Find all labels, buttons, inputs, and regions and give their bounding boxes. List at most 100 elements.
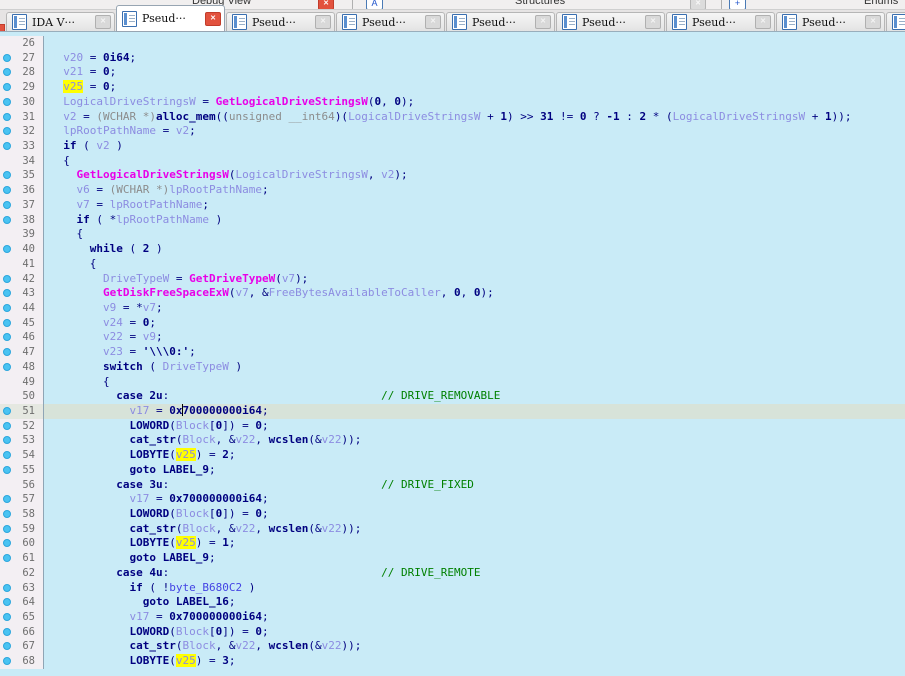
gutter[interactable]: 28 xyxy=(0,65,44,81)
code-line[interactable]: 26 xyxy=(0,36,905,51)
breakpoint-dot[interactable] xyxy=(3,465,11,474)
breakpoint-dot[interactable] xyxy=(3,657,11,666)
breakpoint-dot[interactable] xyxy=(3,451,11,460)
gutter[interactable]: 46 xyxy=(0,330,44,346)
gutter[interactable]: 38 xyxy=(0,212,44,228)
gutter[interactable]: 36 xyxy=(0,183,44,198)
gutter[interactable]: 53 xyxy=(0,433,44,449)
code-line[interactable]: 57 v17 = 0x700000000i64; xyxy=(0,492,905,507)
breakpoint-dot[interactable] xyxy=(3,524,11,533)
code-line[interactable]: 50 case 2u: // DRIVE_REMOVABLE xyxy=(0,389,905,404)
gutter[interactable]: 32 xyxy=(0,124,44,140)
gutter[interactable]: 34 xyxy=(0,153,44,169)
code-line[interactable]: 49 { xyxy=(0,374,905,390)
code-line[interactable]: 56 case 3u: // DRIVE_FIXED xyxy=(0,477,905,493)
tab-close-icon[interactable]: ✕ xyxy=(425,15,441,29)
code-line[interactable]: 42 DriveTypeW = GetDriveTypeW(v7); xyxy=(0,271,905,287)
gutter[interactable]: 26 xyxy=(0,36,44,51)
close-icon[interactable]: ✕ xyxy=(318,0,334,9)
breakpoint-dot[interactable] xyxy=(3,348,11,357)
gutter[interactable]: 61 xyxy=(0,551,44,566)
code-line[interactable]: 54 LOBYTE(v25) = 2; xyxy=(0,448,905,463)
code-line[interactable]: 28 v21 = 0; xyxy=(0,65,905,81)
code-line[interactable]: 61 goto LABEL_9; xyxy=(0,551,905,566)
breakpoint-dot[interactable] xyxy=(3,200,11,209)
code-line[interactable]: 29 v25 = 0; xyxy=(0,80,905,95)
code-line[interactable]: 62 case 4u: // DRIVE_REMOTE xyxy=(0,565,905,581)
gutter[interactable]: 59 xyxy=(0,521,44,537)
breakpoint-dot[interactable] xyxy=(3,112,11,121)
gutter[interactable]: 64 xyxy=(0,595,44,611)
code-line[interactable]: 41 { xyxy=(0,256,905,272)
tab-pseudocode-7[interactable]: Pseud··· ✕ xyxy=(776,12,885,32)
tab-pseudocode-3[interactable]: Pseud··· ✕ xyxy=(336,12,445,32)
gutter[interactable]: 55 xyxy=(0,462,44,478)
breakpoint-dot[interactable] xyxy=(3,274,11,283)
gutter[interactable]: 52 xyxy=(0,418,44,434)
code-line[interactable]: 33 if ( v2 ) xyxy=(0,139,905,154)
code-line[interactable]: 44 v9 = *v7; xyxy=(0,300,905,316)
tab-close-icon[interactable]: ✕ xyxy=(865,15,881,29)
tab-pseudocode-4[interactable]: Pseud··· ✕ xyxy=(446,12,555,32)
gutter[interactable]: 48 xyxy=(0,359,44,375)
code-line[interactable]: 63 if ( !byte_B680C2 ) xyxy=(0,580,905,596)
gutter[interactable]: 41 xyxy=(0,256,44,272)
code-line[interactable]: 66 LOWORD(Block[0]) = 0; xyxy=(0,624,905,640)
gutter[interactable]: 58 xyxy=(0,507,44,522)
code-line[interactable]: 68 LOBYTE(v25) = 3; xyxy=(0,654,905,669)
breakpoint-dot[interactable] xyxy=(3,171,11,180)
code-line[interactable]: 27 v20 = 0i64; xyxy=(0,50,905,66)
breakpoint-dot[interactable] xyxy=(3,510,11,518)
code-line[interactable]: 52 LOWORD(Block[0]) = 0; xyxy=(0,418,905,434)
gutter[interactable]: 39 xyxy=(0,227,44,243)
code-line[interactable]: 43 GetDiskFreeSpaceExW(v7, &FreeBytesAva… xyxy=(0,286,905,301)
gutter[interactable]: 60 xyxy=(0,536,44,552)
code-line[interactable]: 60 LOBYTE(v25) = 1; xyxy=(0,536,905,552)
code-line[interactable]: 34 { xyxy=(0,153,905,169)
tab-close-icon[interactable]: ✕ xyxy=(755,15,771,29)
gutter[interactable]: 30 xyxy=(0,94,44,110)
breakpoint-dot[interactable] xyxy=(3,627,11,636)
breakpoint-dot[interactable] xyxy=(3,83,11,92)
breakpoint-dot[interactable] xyxy=(3,289,11,298)
breakpoint-dot[interactable] xyxy=(3,127,11,136)
code-line[interactable]: 40 while ( 2 ) xyxy=(0,242,905,257)
code-line[interactable]: 65 v17 = 0x700000000i64; xyxy=(0,610,905,625)
code-line[interactable]: 39 { xyxy=(0,227,905,243)
breakpoint-dot[interactable] xyxy=(3,613,11,622)
tab-close-icon[interactable]: ✕ xyxy=(645,15,661,29)
code-line[interactable]: 55 goto LABEL_9; xyxy=(0,462,905,478)
code-line[interactable]: 48 switch ( DriveTypeW ) xyxy=(0,359,905,375)
gutter[interactable]: 33 xyxy=(0,139,44,154)
breakpoint-dot[interactable] xyxy=(3,333,11,342)
gutter[interactable]: 66 xyxy=(0,624,44,640)
breakpoint-dot[interactable] xyxy=(3,303,11,312)
breakpoint-dot[interactable] xyxy=(3,495,11,504)
breakpoint-dot[interactable] xyxy=(3,318,11,327)
breakpoint-dot[interactable] xyxy=(3,186,11,195)
gutter[interactable]: 57 xyxy=(0,492,44,507)
gutter[interactable]: 51 xyxy=(0,403,44,419)
gutter[interactable]: 49 xyxy=(0,374,44,390)
breakpoint-dot[interactable] xyxy=(3,421,11,430)
close-icon[interactable]: ✕ xyxy=(690,0,706,9)
breakpoint-dot[interactable] xyxy=(3,68,11,77)
code-line[interactable]: 38 if ( *lpRootPathName ) xyxy=(0,212,905,228)
breakpoint-dot[interactable] xyxy=(3,245,11,254)
gutter[interactable]: 27 xyxy=(0,50,44,66)
breakpoint-dot[interactable] xyxy=(3,142,11,151)
font-a-icon[interactable]: A xyxy=(366,0,383,9)
breakpoint-dot[interactable] xyxy=(3,97,11,106)
tab-partial[interactable] xyxy=(886,12,905,32)
code-line-current[interactable]: 51 v17 = 0x700000000i64; xyxy=(0,403,905,419)
code-line[interactable]: 46 v22 = v9; xyxy=(0,330,905,346)
code-line[interactable]: 58 LOWORD(Block[0]) = 0; xyxy=(0,507,905,522)
tab-pseudocode-5[interactable]: Pseud··· ✕ xyxy=(556,12,665,32)
code-line[interactable]: 35 GetLogicalDriveStringsW(LogicalDriveS… xyxy=(0,168,905,184)
gutter[interactable]: 63 xyxy=(0,580,44,596)
tab-close-icon[interactable]: ✕ xyxy=(535,15,551,29)
code-line[interactable]: 67 cat_str(Block, &v22, wcslen(&v22)); xyxy=(0,639,905,655)
gutter[interactable]: 68 xyxy=(0,654,44,669)
gutter[interactable]: 31 xyxy=(0,109,44,125)
gutter[interactable]: 65 xyxy=(0,610,44,625)
